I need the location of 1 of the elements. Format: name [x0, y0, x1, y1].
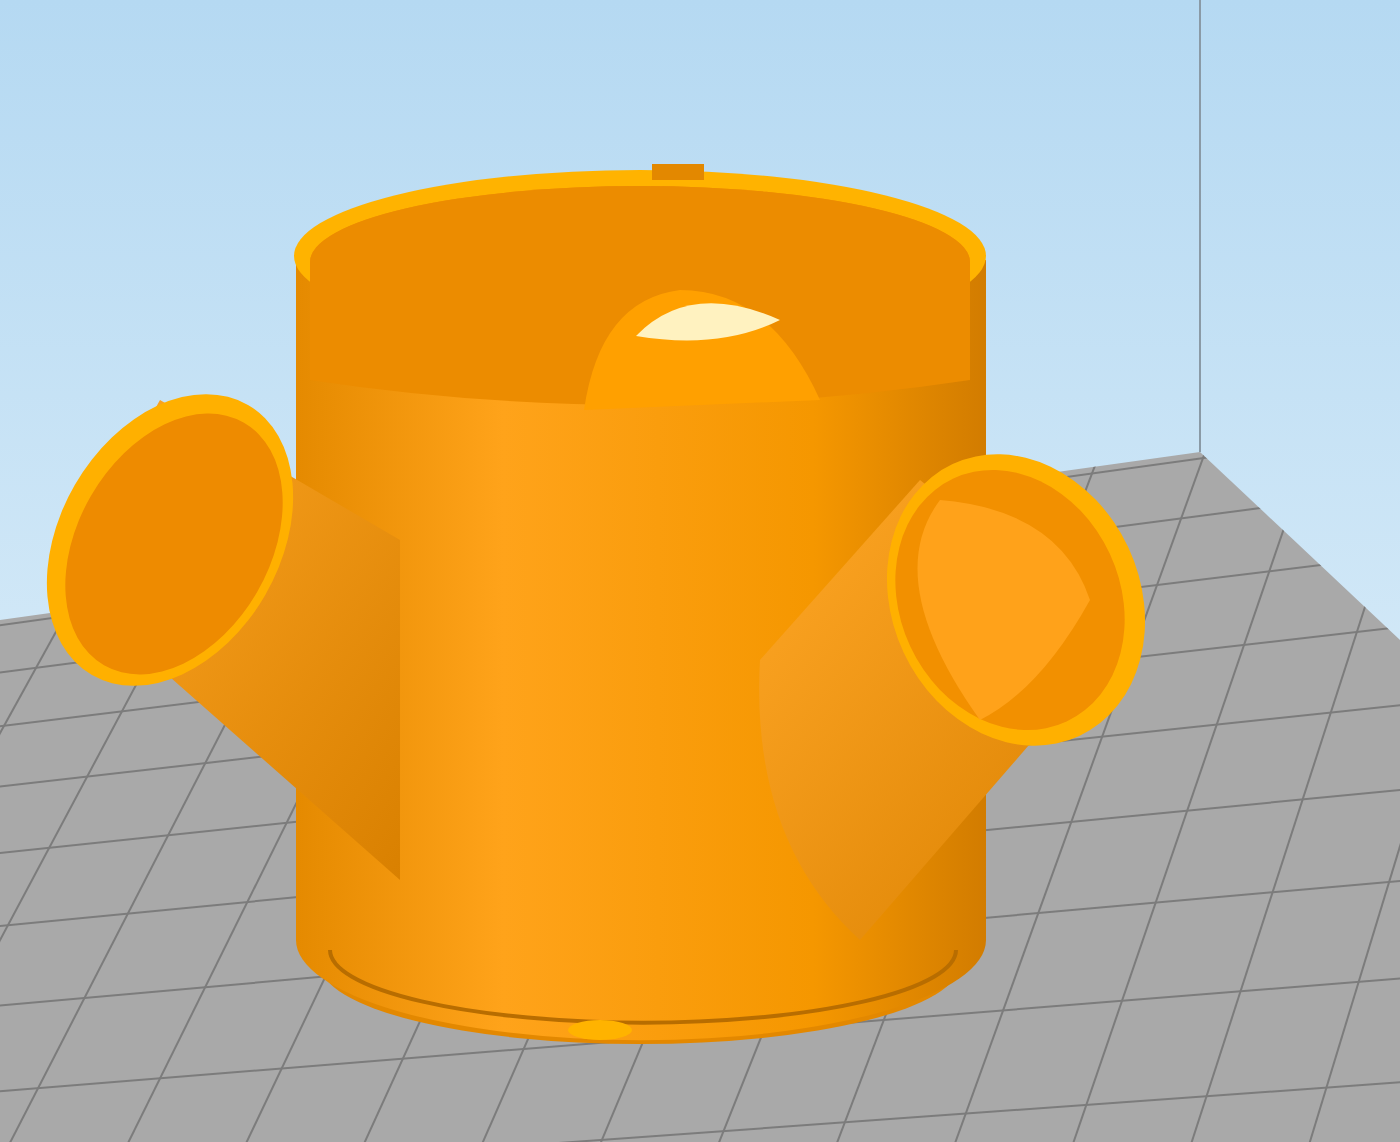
3d-viewport[interactable]: [0, 0, 1400, 1142]
